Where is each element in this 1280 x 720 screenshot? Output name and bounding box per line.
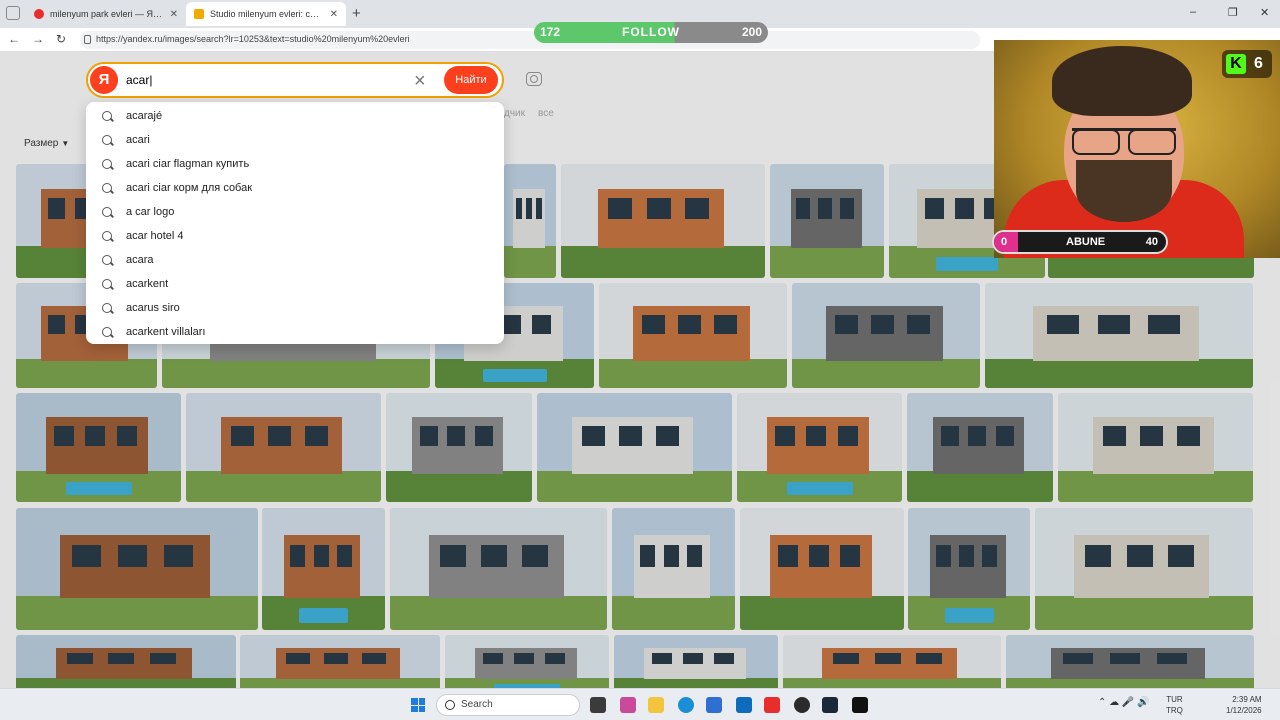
chevron-down-icon: ▼ (61, 139, 70, 148)
tab-yandex-images[interactable]: Studio milenyum evleri: смотрите ✕ (186, 2, 346, 26)
url-text: https://yandex.ru/images/search?lr=10253… (96, 34, 410, 44)
new-tab-button[interactable]: + (352, 5, 361, 22)
images-favicon-icon (194, 9, 204, 19)
lock-icon (84, 35, 91, 44)
clear-icon[interactable]: × (414, 67, 426, 95)
search-icon (102, 231, 112, 241)
language-code: TUR (1166, 695, 1183, 704)
follow-label: FOLLOW (622, 25, 680, 39)
outlook-icon[interactable] (736, 697, 752, 713)
follow-goal: 200 (741, 25, 762, 39)
suggestion-text: acarus siro (126, 302, 180, 314)
search-icon (102, 327, 112, 337)
search-icon (102, 183, 112, 193)
suggestion-item[interactable]: acarkent villaları (86, 320, 504, 344)
follow-goal-bar: 172 FOLLOW 200 (534, 22, 768, 43)
forward-icon[interactable]: → (32, 32, 44, 46)
suggestion-item[interactable]: acarkent (86, 272, 504, 296)
terminal-icon[interactable] (852, 697, 868, 713)
camera-icon[interactable] (526, 72, 542, 86)
search-icon (102, 135, 112, 145)
yandex-logo[interactable]: Я (90, 66, 118, 94)
maximize-button[interactable]: ❐ (1228, 6, 1238, 19)
search-icon (102, 159, 112, 169)
size-filter[interactable]: Размер ▼ (24, 138, 69, 149)
suggestion-text: acari ciar flagman купить (126, 158, 250, 170)
tab-title: milenyum park evleri — Яндекс: н (50, 9, 164, 19)
filter-link-partial[interactable]: дчик (504, 108, 525, 119)
back-icon[interactable]: ← (8, 32, 20, 46)
suggestion-item[interactable]: acarus siro (86, 296, 504, 320)
size-filter-label: Размер (24, 138, 59, 149)
subscriber-goal: 40 (1145, 236, 1158, 248)
windows-taskbar: Search ⌃ ☁ 🎤 🔊 TUR TRQ 2:39 AM 1/12/2026 (0, 688, 1280, 720)
widgets-icon[interactable] (620, 697, 636, 713)
subscriber-label: ABUNE (1066, 236, 1106, 248)
store-icon[interactable] (706, 697, 722, 713)
suggestion-text: acarkent (126, 278, 169, 290)
tab-actions-menu[interactable] (6, 6, 20, 20)
suggestion-text: a car logo (126, 206, 175, 218)
suggestion-item[interactable]: acara (86, 248, 504, 272)
clock-time: 2:39 AM (1232, 695, 1262, 704)
suggestion-item[interactable]: acar hotel 4 (86, 224, 504, 248)
steam-icon[interactable] (822, 697, 838, 713)
kick-viewer-badge: K 6 (1222, 50, 1272, 78)
search-button[interactable]: Найти (444, 66, 498, 94)
suggestion-item[interactable]: acarajé (86, 104, 504, 128)
suggestions-dropdown: acarajé acari acari ciar flagman купить … (86, 102, 504, 344)
search-icon (445, 700, 455, 710)
search-bar: Я acar| × Найти (86, 62, 504, 98)
suggestion-item[interactable]: acari ciar корм для собак (86, 176, 504, 200)
tab-yandex-search[interactable]: milenyum park evleri — Яндекс: н ✕ (26, 2, 186, 26)
suggestion-item[interactable]: a car logo (86, 200, 504, 224)
search-icon (102, 303, 112, 313)
obs-icon[interactable] (794, 697, 810, 713)
follow-current: 172 (540, 25, 561, 39)
minimize-button[interactable]: – (1190, 6, 1196, 18)
search-icon (102, 255, 112, 265)
suggestion-text: acari (126, 134, 150, 146)
task-view-icon[interactable] (590, 697, 606, 713)
suggestion-text: acarajé (126, 110, 163, 122)
kick-logo-icon: K (1226, 54, 1246, 74)
subscriber-goal-bar: 0 ABUNE 40 (992, 230, 1168, 254)
taskbar-search-label: Search (461, 699, 493, 710)
taskbar-clock[interactable]: 2:39 AM 1/12/2026 (1226, 694, 1262, 716)
text-app-icon[interactable] (764, 697, 780, 713)
taskbar-search[interactable]: Search (436, 694, 580, 716)
keyboard-layout: TRQ (1166, 706, 1183, 715)
suggestion-text: acarkent villaları (126, 326, 206, 338)
url-field[interactable]: https://yandex.ru/images/search?lr=10253… (80, 31, 980, 49)
reload-icon[interactable]: ↻ (56, 32, 66, 46)
suggestion-item[interactable]: acari (86, 128, 504, 152)
search-icon (102, 207, 112, 217)
yandex-favicon-icon (34, 9, 44, 19)
suggestion-text: acar hotel 4 (126, 230, 184, 242)
search-icon (102, 111, 112, 121)
input-language[interactable]: TUR TRQ (1166, 694, 1183, 716)
windows-start-icon[interactable] (411, 698, 425, 712)
suggestion-text: acari ciar корм для собак (126, 182, 253, 194)
search-icon (102, 279, 112, 289)
subscriber-current: 0 (1001, 236, 1008, 248)
system-tray-icons[interactable]: ⌃ ☁ 🎤 🔊 (1098, 697, 1150, 708)
search-input[interactable]: acar| (126, 73, 406, 87)
search-query: acar (126, 73, 150, 87)
file-explorer-icon[interactable] (648, 697, 664, 713)
suggestion-item[interactable]: acari ciar flagman купить (86, 152, 504, 176)
close-icon[interactable]: ✕ (170, 9, 178, 20)
filter-link-all[interactable]: все (538, 108, 554, 119)
viewer-count: 6 (1254, 55, 1263, 72)
window-close-button[interactable]: ✕ (1260, 6, 1269, 19)
tab-title: Studio milenyum evleri: смотрите (210, 9, 324, 19)
close-icon[interactable]: ✕ (330, 9, 338, 20)
suggestion-text: acara (126, 254, 154, 266)
clock-date: 1/12/2026 (1226, 706, 1262, 715)
edge-browser-icon[interactable] (678, 697, 694, 713)
